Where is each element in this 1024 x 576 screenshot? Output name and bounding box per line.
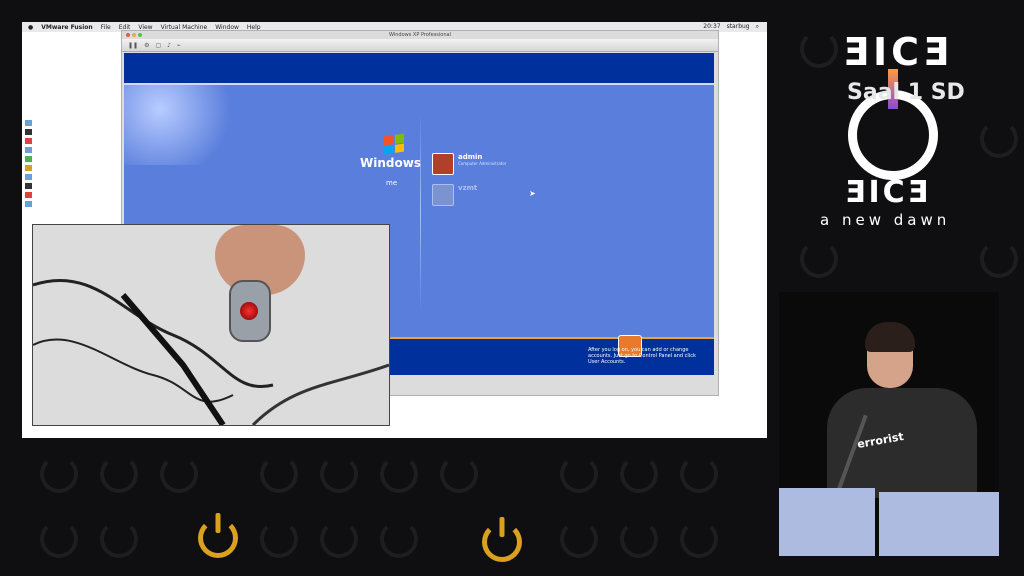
- fingerprint-reader: [229, 280, 271, 342]
- avatar: [432, 153, 454, 175]
- dock-app-icon[interactable]: [25, 183, 32, 189]
- minimize-button[interactable]: [132, 33, 136, 37]
- usb-icon[interactable]: ⌁: [177, 42, 181, 49]
- room-label: Saal 1 SD: [847, 80, 965, 105]
- xp-glow: [124, 85, 244, 165]
- event-logo: ƎICƎ: [843, 30, 953, 74]
- event-logo-secondary: ƎICƎ: [845, 175, 932, 210]
- sound-icon[interactable]: ♪: [167, 42, 171, 49]
- power-icon: [482, 522, 522, 562]
- event-tagline: a new dawn: [820, 211, 951, 229]
- user-tile-admin[interactable]: admin Computer Administrator: [432, 153, 506, 175]
- close-button[interactable]: [126, 33, 130, 37]
- user-name: vzmt: [458, 184, 478, 192]
- menu-file[interactable]: File: [101, 24, 111, 31]
- dock-app-icon[interactable]: [25, 147, 32, 153]
- power-icon: [198, 518, 238, 558]
- spotlight-icon[interactable]: ⌕: [756, 23, 759, 31]
- dock-app-icon[interactable]: [25, 120, 32, 126]
- settings-icon[interactable]: ⚙: [144, 42, 149, 49]
- vm-title: Windows XP Professional: [389, 32, 451, 38]
- windows-logo: Windows: [360, 156, 421, 170]
- snapshot-icon[interactable]: ▢: [155, 42, 161, 49]
- dock-app-icon[interactable]: [25, 165, 32, 171]
- webcam-overlay: [32, 224, 390, 426]
- suspend-icon[interactable]: ❚❚: [128, 42, 138, 49]
- podium: [779, 488, 875, 556]
- windows-flag-icon: [384, 133, 404, 155]
- apple-icon[interactable]: ●: [28, 24, 33, 31]
- vm-toolbar: ❚❚ ⚙ ▢ ♪ ⌁: [122, 39, 718, 52]
- zoom-button[interactable]: [138, 33, 142, 37]
- dock-app-icon[interactable]: [25, 156, 32, 162]
- user-menu[interactable]: starbug: [727, 23, 750, 31]
- xp-hint-text: After you log on, you can add or change …: [588, 347, 696, 365]
- dock-app-icon[interactable]: [25, 129, 32, 135]
- menu-app[interactable]: VMware Fusion: [41, 24, 92, 31]
- podium: [879, 492, 999, 556]
- avatar: [432, 184, 454, 206]
- mouse-cursor-icon: ➤: [529, 189, 536, 198]
- user-name: admin: [458, 153, 483, 161]
- divider: [420, 113, 421, 313]
- dock-app-icon[interactable]: [25, 138, 32, 144]
- cables-graphic: [33, 278, 389, 425]
- xp-top-bar: [124, 53, 714, 85]
- dock-app-icon[interactable]: [25, 201, 32, 207]
- dock-app-icon[interactable]: [25, 174, 32, 180]
- user-role: Computer Administrator: [458, 161, 507, 166]
- dock-app-icon[interactable]: [25, 192, 32, 198]
- vm-titlebar[interactable]: Windows XP Professional: [122, 31, 718, 39]
- speaker-feed: errorist: [779, 292, 999, 556]
- user-tile-vzmt[interactable]: vzmt: [432, 184, 477, 206]
- speaker-hair: [865, 322, 915, 352]
- welcome-text: me: [386, 179, 398, 187]
